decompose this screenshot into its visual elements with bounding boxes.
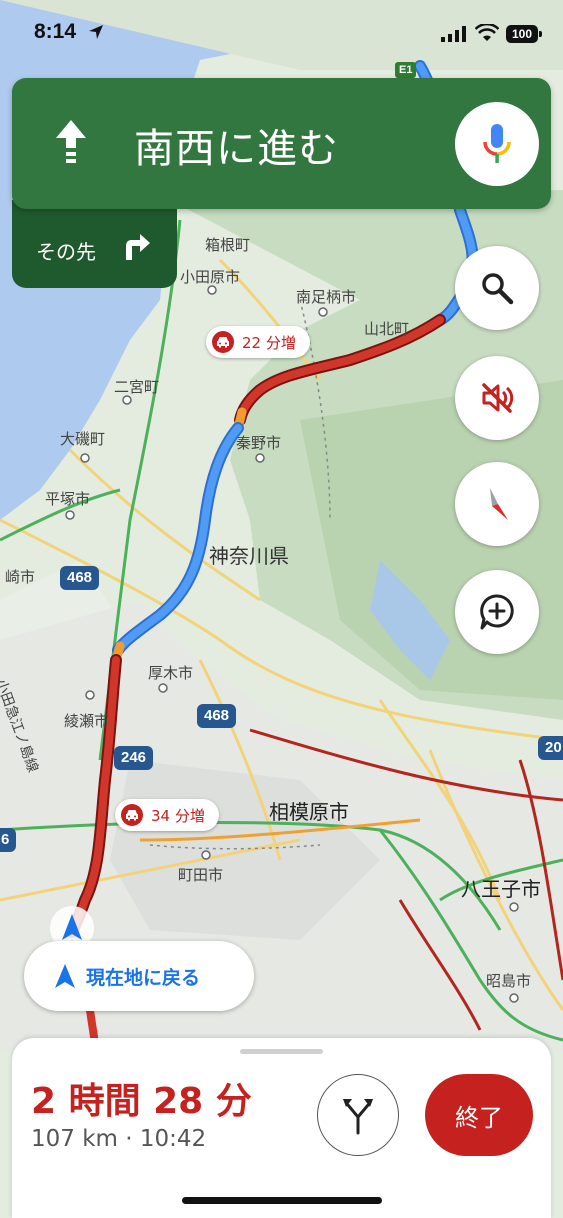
map-label: 相模原市 [269, 800, 349, 824]
straight-arrow-icon [56, 120, 86, 163]
eta-duration: 2 時間 28 分 [31, 1081, 252, 1122]
traffic-delay-callout[interactable]: 22 分増 [206, 326, 310, 358]
map-label: 平塚市 [45, 490, 91, 508]
map-label: 大磯町 [60, 430, 106, 448]
map-label: 秦野市 [236, 434, 282, 452]
map-label: 綾瀬市 [64, 712, 110, 730]
status-bar: 8:14 100 [0, 0, 563, 66]
map-label: 二宮町 [114, 378, 160, 396]
recenter-label: 現在地に戻る [86, 966, 201, 989]
traffic-delay-text: 22 分増 [242, 333, 296, 352]
then-label: その先 [36, 240, 96, 264]
mute-button[interactable] [455, 356, 539, 440]
status-time: 8:14 [34, 20, 77, 43]
route-shield-20: 20 [538, 736, 563, 760]
route-shield-6: 6 [0, 828, 17, 852]
wifi-icon [475, 24, 499, 41]
trip-summary-sheet[interactable]: 2 時間 28 分 107 km · 10:42 終了 [12, 1038, 551, 1218]
turn-right-icon [126, 234, 150, 260]
map-label: 崎市 [5, 568, 36, 586]
compass-icon [490, 488, 508, 520]
sound-off-icon [482, 383, 514, 413]
navigation-banner[interactable]: 南西に進む [12, 78, 551, 209]
map-label: 南足柄市 [296, 288, 357, 306]
search-icon [482, 273, 514, 305]
cellular-signal-icon [441, 26, 466, 42]
battery-indicator: 100 [506, 25, 542, 43]
map-label: 昭島市 [486, 972, 532, 990]
map-label: 厚木市 [148, 664, 194, 682]
map-label: 箱根町 [205, 236, 251, 254]
alternate-routes-button[interactable] [317, 1074, 399, 1156]
home-indicator[interactable] [182, 1197, 382, 1204]
car-icon [121, 804, 143, 826]
voice-search-button[interactable] [455, 102, 539, 186]
add-report-icon [480, 594, 514, 630]
traffic-delay-callout[interactable]: 34 分増 [115, 799, 219, 831]
route-shield-246: 246 [114, 746, 154, 770]
report-button[interactable] [455, 570, 539, 654]
map-label: 山北町 [364, 320, 410, 338]
route-fork-icon [343, 1099, 373, 1135]
nav-instruction: 南西に進む [134, 126, 339, 172]
end-navigation-button[interactable]: 終了 [425, 1074, 533, 1156]
car-icon [212, 331, 234, 353]
location-arrow-icon [89, 25, 103, 39]
search-button[interactable] [455, 246, 539, 330]
microphone-icon [483, 124, 511, 163]
map-label: 神奈川県 [209, 544, 289, 568]
sheet-handle[interactable] [240, 1049, 323, 1054]
compass-button[interactable] [455, 462, 539, 546]
navigation-arrow-icon [55, 964, 75, 988]
trip-details: 107 km · 10:42 [31, 1126, 207, 1152]
recenter-button[interactable]: 現在地に戻る [24, 941, 254, 1011]
map-label: 小田原市 [180, 268, 241, 286]
map-label: 八王子市 [461, 877, 541, 901]
route-shield-468: 468 [197, 704, 237, 728]
next-step-box[interactable]: その先 [12, 200, 177, 288]
route-shield-468: 468 [60, 566, 100, 590]
traffic-delay-text: 34 分増 [151, 806, 205, 825]
map-label: 町田市 [178, 866, 224, 884]
